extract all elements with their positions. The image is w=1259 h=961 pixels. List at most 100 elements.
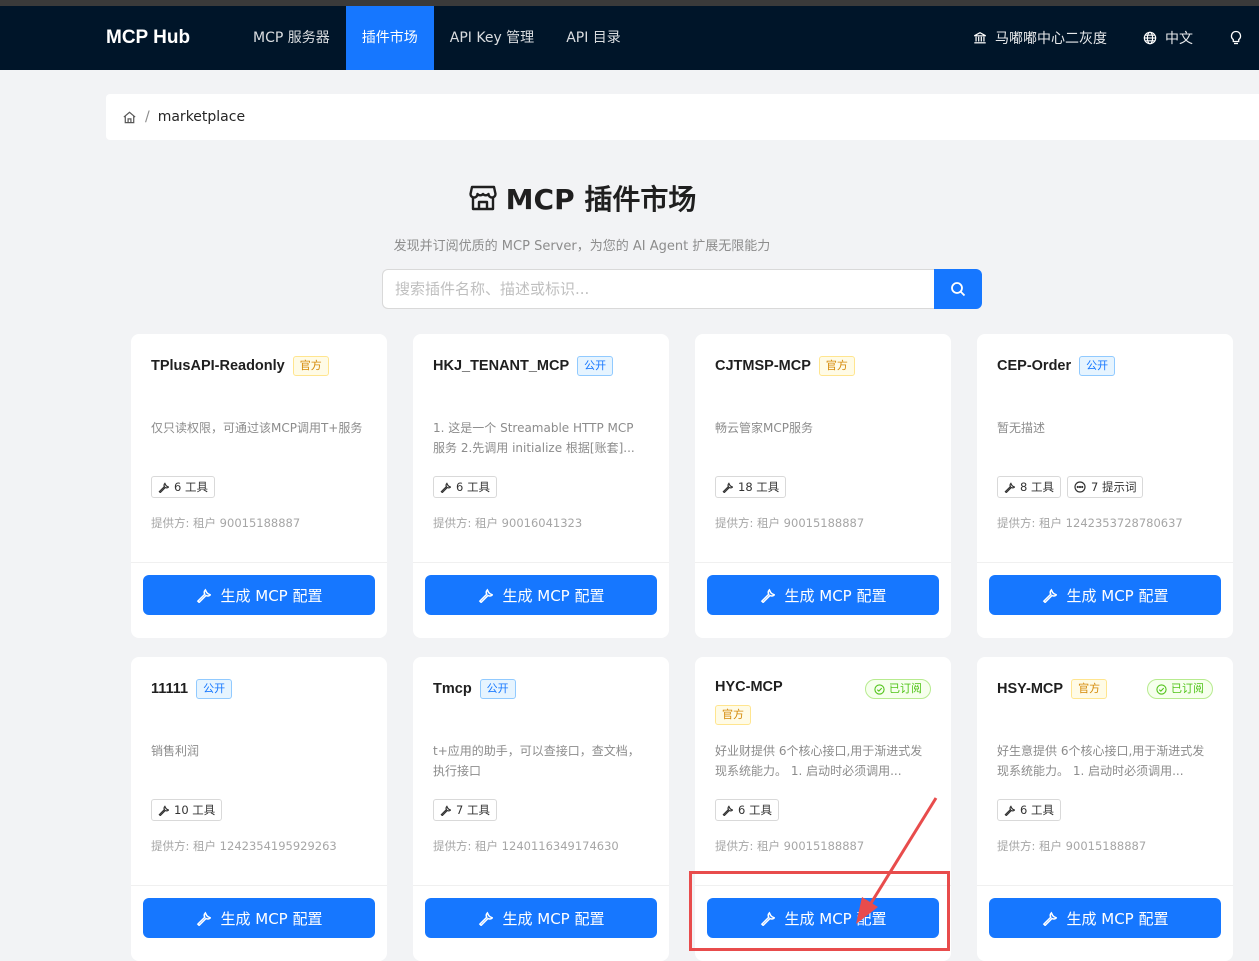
generate-mcp-config-button[interactable]: 生成 MCP 配置 [425,898,657,938]
search-icon [951,282,966,297]
tool-icon [196,911,211,926]
card-divider [695,885,951,886]
card-title[interactable]: HSY-MCP [997,681,1063,697]
card-stats: 6 工具 [997,799,1067,821]
generate-mcp-config-button[interactable]: 生成 MCP 配置 [425,575,657,615]
card-divider [413,562,669,563]
plugin-card[interactable]: HKJ_TENANT_MCP 公开 1. 这是一个 Streamable HTTP … [413,334,669,638]
official-tag: 官方 [1071,679,1108,699]
tool-icon [1042,588,1057,603]
nav-item-api-catalog[interactable]: API 目录 [550,6,637,70]
shop-icon [468,185,497,211]
card-title[interactable]: TPlusAPI-Readonly [151,358,285,374]
card-provider: 提供方: 租户 90016041323 [433,516,583,530]
card-provider: 提供方: 租户 90015188887 [997,839,1147,853]
theme-toggle[interactable] [1229,30,1251,46]
tool-icon [722,804,733,816]
tool-icon [440,804,451,816]
nav-item-marketplace[interactable]: 插件市场 [345,6,434,70]
tool-icon [440,481,451,493]
stat-label: 7 工具 [456,803,490,817]
card-divider [131,562,387,563]
generate-button-label: 生成 MCP 配置 [1066,909,1169,928]
generate-button-label: 生成 MCP 配置 [784,909,887,928]
card-stats: 6 工具 [715,799,785,821]
stat-chip: 18 工具 [715,476,787,498]
generate-mcp-config-button[interactable]: 生成 MCP 配置 [707,898,939,938]
generate-mcp-config-button[interactable]: 生成 MCP 配置 [989,575,1221,615]
tool-icon [1004,804,1015,816]
plugin-card[interactable]: Tmcp 公开 t+应用的助手，可以查接口，查文档， 执行接口 7 工具 提供方: 租户… [413,657,669,961]
card-provider: 提供方: 租户 1242354195929263 [151,839,337,853]
brand-logo[interactable]: MCP Hub [106,6,190,70]
chat-icon [1074,481,1086,493]
home-icon[interactable] [122,110,137,125]
card-provider: 提供方: 租户 1240116349174630 [433,839,619,853]
plugin-card[interactable]: CEP-Order 公开 暂无描述 8 工具 7 提示词 提供方: 租户 12423537… [977,334,1233,638]
stat-chip: 7 提示词 [1066,476,1144,498]
card-title[interactable]: HYC-MCP [715,679,783,695]
card-description: t+应用的助手，可以查接口，查文档， 执行接口 [433,744,640,778]
tool-icon [760,911,775,926]
page-subtitle: 发现并订阅优质的 MCP Server，为您的 AI Agent 扩展无限能力 [393,239,771,254]
breadcrumb-current: marketplace [157,109,246,125]
card-stats: 18 工具 [715,476,792,498]
card-header: HKJ_TENANT_MCP 公开 [433,356,653,376]
nav-right: 马嘟嘟中心二灰度 中文 [973,6,1259,70]
tool-icon [196,588,211,603]
nav-menu: MCP 服务器 插件市场 API Key 管理 API 目录 [237,6,637,70]
card-stats: 6 工具 [433,476,503,498]
nav-item-api-key[interactable]: API Key 管理 [434,6,550,70]
tool-icon [1004,481,1015,493]
generate-button-label: 生成 MCP 配置 [1066,586,1169,605]
card-stats: 6 工具 [151,476,221,498]
search-button[interactable] [934,269,982,309]
plugin-card[interactable]: CJTMSP-MCP 官方 畅云管家MCP服务 18 工具 提供方: 租户 900151… [695,334,951,638]
card-stats: 10 工具 [151,799,228,821]
tool-icon [478,588,493,603]
generate-mcp-config-button[interactable]: 生成 MCP 配置 [989,898,1221,938]
search-input[interactable] [382,269,934,309]
plugin-card[interactable]: HYC-MCP 官方 已订阅 好业财提供 6个核心接口,用于渐进式发现系统能力。 1.… [695,657,951,961]
page-title-text: MCP 插件市场 [505,183,697,216]
plugin-card[interactable]: 11111 公开 销售利润 10 工具 提供方: 租户 1242354195929263… [131,657,387,961]
card-title[interactable]: CJTMSP-MCP [715,358,811,374]
stat-chip: 10 工具 [151,799,223,821]
generate-mcp-config-button[interactable]: 生成 MCP 配置 [143,898,375,938]
language-label: 中文 [1165,31,1193,47]
nav-item-mcp-servers[interactable]: MCP 服务器 [237,6,346,70]
card-header: CEP-Order 公开 [997,356,1217,376]
stat-chip: 6 工具 [433,476,497,498]
card-divider [977,562,1233,563]
card-description: 好生意提供 6个核心接口,用于渐进式发现系统能力。 1. 启动时必须调用... [997,744,1205,778]
card-provider: 提供方: 租户 90015188887 [151,516,301,530]
subscribed-badge: 已订阅 [865,679,931,699]
tool-icon [760,588,775,603]
card-description: 畅云管家MCP服务 [715,421,813,435]
generate-button-label: 生成 MCP 配置 [502,909,605,928]
plugin-card[interactable]: HSY-MCP 官方 已订阅 好生意提供 6个核心接口,用于渐进式发现系统能力。 1.… [977,657,1233,961]
card-title[interactable]: 11111 [151,681,188,697]
tool-icon [158,481,169,493]
tenant-switcher[interactable]: 马嘟嘟中心二灰度 [973,28,1107,48]
check-circle-icon [1156,683,1167,695]
plugin-card[interactable]: TPlusAPI-Readonly 官方 仅只读权限，可通过该MCP调用T+服务 6 … [131,334,387,638]
card-description: 暂无描述 [997,421,1046,435]
tool-icon [158,804,169,816]
card-title[interactable]: Tmcp [433,681,472,697]
navbar: MCP Hub MCP 服务器 插件市场 API Key 管理 API 目录 马… [0,6,1259,70]
generate-mcp-config-button[interactable]: 生成 MCP 配置 [707,575,939,615]
card-title[interactable]: CEP-Order [997,358,1071,374]
language-switcher[interactable]: 中文 [1143,28,1193,48]
card-divider [695,562,951,563]
generate-button-label: 生成 MCP 配置 [220,909,323,928]
card-divider [977,885,1233,886]
card-title[interactable]: HKJ_TENANT_MCP [433,358,569,374]
generate-mcp-config-button[interactable]: 生成 MCP 配置 [143,575,375,615]
stat-label: 18 工具 [738,480,780,494]
bulb-icon [1230,30,1242,45]
stat-label: 8 工具 [1020,480,1054,494]
card-provider: 提供方: 租户 90015188887 [715,516,865,530]
globe-icon [1143,31,1157,45]
tool-icon [478,911,493,926]
